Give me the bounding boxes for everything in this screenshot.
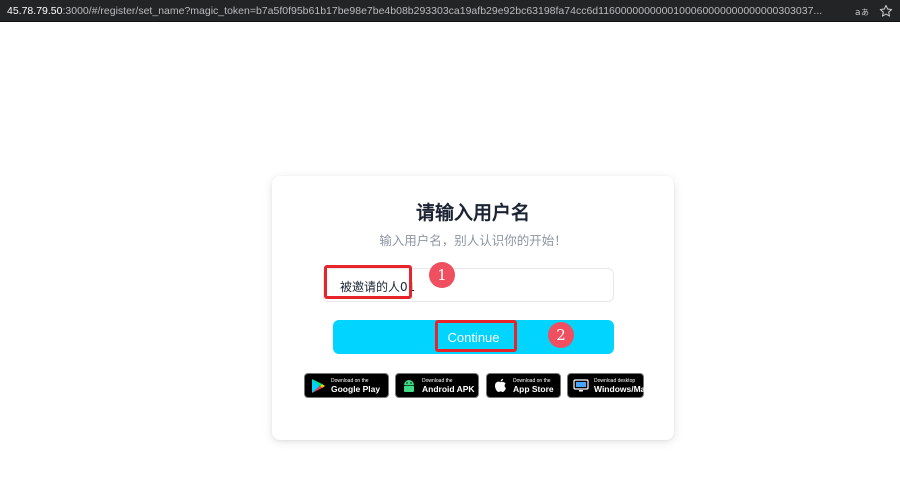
set-name-card: 请输入用户名 输入用户名，别人认识你的开始！ Continue Download… — [272, 176, 674, 440]
page-subtitle: 输入用户名，别人认识你的开始！ — [379, 233, 567, 248]
store-name: Windows/Mac — [594, 383, 651, 394]
annotation-marker-1: 1 — [429, 262, 455, 288]
android-icon — [400, 377, 418, 395]
url-host: 45.78.79.50 — [7, 5, 63, 17]
google-play-icon — [309, 377, 327, 395]
desktop-badge[interactable]: Download desktop Windows/Mac — [567, 373, 650, 398]
download-badges: Download on the Google Play Download the… — [304, 373, 650, 398]
star-icon[interactable] — [878, 3, 894, 19]
svg-text:あ: あ — [861, 8, 869, 17]
app-store-badge[interactable]: Download on the App Store — [486, 373, 561, 398]
svg-text:a: a — [855, 8, 861, 17]
url-path: :3000/#/register/set_name?magic_token=b7… — [62, 5, 823, 17]
desktop-icon — [572, 377, 590, 395]
google-play-badge[interactable]: Download on the Google Play — [304, 373, 389, 398]
store-name: App Store — [513, 383, 554, 394]
apple-icon — [491, 377, 509, 395]
android-apk-badge[interactable]: Download the Android APK — [395, 373, 479, 398]
page-title: 请输入用户名 — [415, 202, 530, 224]
store-name: Google Play — [331, 383, 381, 394]
url-field[interactable]: 45.78.79.50:3000/#/register/set_name?mag… — [7, 4, 847, 18]
translate-icon[interactable]: aあ — [854, 3, 870, 19]
browser-address-bar: 45.78.79.50:3000/#/register/set_name?mag… — [0, 0, 900, 22]
store-name: Android APK — [422, 383, 475, 394]
annotation-marker-2: 2 — [548, 322, 574, 348]
address-bar-actions: aあ — [854, 2, 894, 20]
username-input[interactable] — [323, 268, 614, 302]
